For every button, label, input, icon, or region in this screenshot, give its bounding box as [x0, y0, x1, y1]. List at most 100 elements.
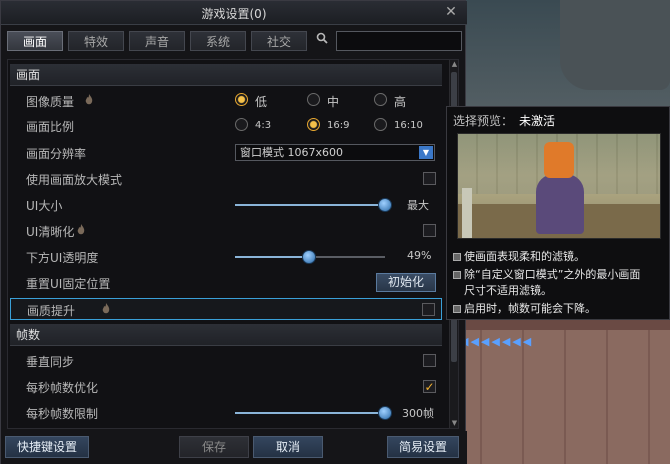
vsync-checkbox[interactable] — [423, 354, 436, 367]
ratio-label: 画面比例 — [26, 120, 75, 134]
preview-bullet-text: 除“自定义窗口模式”之外的最小画面 — [464, 268, 641, 281]
search-icon[interactable] — [313, 31, 331, 51]
ui-opacity-value: 49% — [407, 249, 432, 262]
fps-limit-row: 每秒帧数限制 300帧 — [10, 402, 442, 424]
bullet-icon — [453, 305, 461, 313]
quality-mid-radio[interactable] — [307, 93, 320, 106]
flame-icon — [102, 303, 110, 314]
bottom-bar: 快捷键设置 保存 取消 简易设置 — [1, 431, 467, 464]
ui-sharpen-label: UI清晰化 — [26, 225, 75, 239]
section-display-header: 画面 — [10, 64, 442, 86]
ui-reset-label: 重置UI固定位置 — [26, 277, 111, 291]
background-deck — [440, 330, 670, 464]
preview-bullet: 除“自定义窗口模式”之外的最小画面 — [453, 267, 640, 283]
section-framerate-header: 帧数 — [10, 324, 442, 346]
fps-limit-slider[interactable] — [235, 406, 392, 420]
simple-settings-button[interactable]: 简易设置 — [387, 436, 459, 458]
quality-boost-checkbox[interactable] — [422, 303, 435, 316]
quick-keys-button[interactable]: 快捷键设置 — [5, 436, 89, 458]
ratio-16-9-radio[interactable] — [307, 118, 320, 131]
ui-size-label: UI大小 — [26, 199, 63, 213]
vsync-row: 垂直同步 — [10, 350, 442, 372]
fps-limit-slider-fill — [235, 412, 385, 414]
resolution-row: 画面分辨率 窗口模式 1067x600 ▼ — [10, 142, 442, 164]
preview-bullet: 使画面表现柔和的滤镜。 — [453, 249, 585, 265]
ratio-4-3-radio[interactable] — [235, 118, 248, 131]
vsync-label: 垂直同步 — [26, 355, 75, 369]
ui-size-row: UI大小 最大 — [10, 194, 442, 216]
ui-sharpen-checkbox[interactable] — [423, 224, 436, 237]
quality-high-radio[interactable] — [374, 93, 387, 106]
window-title: 游戏设置(0) — [201, 7, 267, 21]
preview-image — [457, 133, 661, 239]
fps-opt-row: 每秒帧数优化 ✓ — [10, 376, 442, 398]
ratio-row: 画面比例 4:3 16:9 16:10 — [10, 115, 442, 137]
ui-reset-row: 重置UI固定位置 初始化 — [10, 272, 442, 294]
ui-opacity-slider-knob[interactable] — [301, 250, 316, 264]
ui-opacity-slider[interactable] — [235, 250, 385, 264]
quality-mid-label: 中 — [327, 95, 340, 109]
resolution-select[interactable]: 窗口模式 1067x600 ▼ — [235, 144, 435, 161]
scroll-down-icon[interactable]: ▼ — [450, 419, 458, 428]
quality-high-label: 高 — [394, 95, 407, 109]
settings-window: 游戏设置(0) ✕ 画面 特效 声音 系统 社交 画面 图像质量 低 中 高 画… — [0, 0, 467, 464]
preview-character-head — [544, 142, 574, 178]
ui-size-slider-fill — [235, 204, 385, 206]
tab-effects[interactable]: 特效 — [68, 31, 124, 51]
initialize-button[interactable]: 初始化 — [376, 273, 436, 292]
preview-bullet-text: 使画面表现柔和的滤镜。 — [464, 250, 585, 263]
flame-icon — [77, 224, 85, 235]
tab-display[interactable]: 画面 — [7, 31, 63, 51]
title-bar[interactable]: 游戏设置(0) ✕ — [1, 1, 467, 25]
tab-system[interactable]: 系统 — [190, 31, 246, 51]
quality-label: 图像质量 — [26, 95, 75, 109]
ui-size-value: 最大 — [407, 199, 429, 212]
close-icon[interactable]: ✕ — [443, 4, 459, 20]
background-machine — [560, 0, 670, 90]
quality-low-label: 低 — [255, 95, 268, 109]
preview-pillar — [462, 188, 472, 238]
tab-sound[interactable]: 声音 — [129, 31, 185, 51]
preview-bullet-text: 启用时，帧数可能会下降。 — [464, 302, 596, 315]
save-button[interactable]: 保存 — [179, 436, 249, 458]
chevron-down-icon[interactable]: ▼ — [419, 146, 433, 159]
fps-opt-checkbox[interactable]: ✓ — [423, 380, 436, 393]
zoom-label: 使用画面放大模式 — [26, 173, 123, 187]
settings-panel: 画面 图像质量 低 中 高 画面比例 4:3 16:9 16:10 画面分辨率 — [7, 59, 459, 429]
ui-opacity-row: 下方UI透明度 49% — [10, 246, 442, 268]
ratio-16-10-radio[interactable] — [374, 118, 387, 131]
scroll-up-icon[interactable]: ▲ — [450, 60, 458, 69]
zoom-row: 使用画面放大模式 — [10, 168, 442, 190]
preview-status: 未激活 — [519, 114, 556, 128]
fps-opt-label: 每秒帧数优化 — [26, 381, 99, 395]
quality-boost-label: 画质提升 — [27, 304, 76, 318]
ui-opacity-slider-fill — [235, 256, 309, 258]
tab-social[interactable]: 社交 — [251, 31, 307, 51]
bullet-icon — [453, 253, 461, 261]
preview-character-body — [536, 174, 584, 234]
quality-low-radio[interactable] — [235, 93, 248, 106]
preview-panel: 选择预览： 未激活 使画面表现柔和的滤镜。 除“自定义窗口模式”之外的最小画面 尺… — [446, 106, 670, 320]
quality-boost-row[interactable]: 画质提升 — [10, 298, 442, 320]
preview-bullet-continuation: 尺寸不适用滤镜。 — [464, 284, 552, 297]
bullet-icon — [453, 271, 461, 279]
ui-size-slider[interactable] — [235, 198, 392, 212]
zoom-checkbox[interactable] — [423, 172, 436, 185]
ui-opacity-label: 下方UI透明度 — [26, 251, 99, 265]
ratio-4-3-label: 4:3 — [255, 120, 272, 131]
fps-limit-value: 300帧 — [402, 407, 434, 420]
cancel-button[interactable]: 取消 — [253, 436, 323, 458]
preview-title: 选择预览： 未激活 — [453, 112, 555, 129]
resolution-label: 画面分辨率 — [26, 147, 87, 161]
ui-sharpen-row: UI清晰化 — [10, 220, 442, 242]
fps-limit-label: 每秒帧数限制 — [26, 407, 99, 421]
preview-bullet: 启用时，帧数可能会下降。 — [453, 301, 596, 317]
fps-limit-slider-knob[interactable] — [378, 406, 392, 420]
ratio-16-9-label: 16:9 — [327, 120, 350, 131]
search-input[interactable] — [336, 31, 462, 51]
ratio-16-10-label: 16:10 — [394, 120, 423, 131]
flame-icon — [85, 94, 93, 105]
quality-row: 图像质量 低 中 高 — [10, 90, 442, 112]
background-arrows: ◀◀◀◀◀◀◀ — [460, 335, 534, 348]
ui-size-slider-knob[interactable] — [378, 198, 392, 212]
